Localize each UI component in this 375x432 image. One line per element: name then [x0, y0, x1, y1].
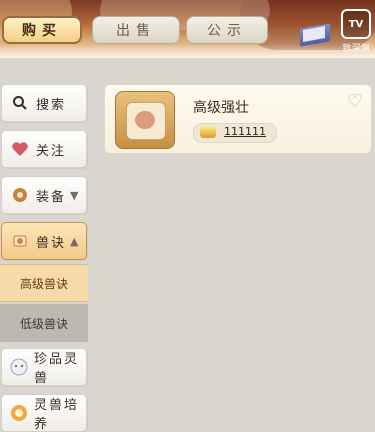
sidebar-item-beast-cultivate[interactable]: 灵兽培养 [1, 394, 87, 432]
sidebar-item-label: 兽诀 [36, 235, 67, 251]
heart-icon [10, 139, 30, 159]
chevron-up-icon: ▲ [70, 234, 79, 248]
main-panel: 高级强壮 111111 ♡ [100, 58, 375, 429]
top-right-text: 致深渊 [342, 44, 370, 54]
top-banner: 购买 出售 公示 TV 致深渊 [0, 0, 375, 58]
sidebar-item-label: 搜索 [36, 97, 67, 113]
sidebar-item-follow[interactable]: 关注 [1, 130, 87, 168]
scroll-icon [10, 231, 30, 251]
price-box: 111111 [193, 123, 277, 143]
subitem-high-level-skill[interactable]: 高级兽诀 [0, 264, 88, 302]
tab-buy[interactable]: 购买 [2, 16, 82, 44]
beast-icon [10, 357, 28, 377]
sidebar-item-label: 灵兽培养 [34, 398, 80, 432]
item-price: 111111 [224, 125, 266, 138]
sidebar-item-label: 关注 [36, 143, 67, 159]
sidebar-item-search[interactable]: 搜索 [1, 84, 87, 122]
banner-fade [0, 44, 375, 58]
sidebar-item-beast-skill[interactable]: 兽诀 ▲ [1, 222, 87, 260]
listing-card[interactable]: 高级强壮 111111 ♡ [104, 84, 372, 154]
book-icon[interactable] [300, 18, 334, 47]
gold-coin-icon [200, 127, 216, 138]
top-right-widget[interactable]: TV 致深渊 [338, 5, 374, 54]
equipment-icon [10, 185, 30, 205]
scroll-icon [126, 102, 166, 140]
tv-icon: TV [341, 9, 371, 39]
sidebar-item-equipment[interactable]: 装备 ▼ [1, 176, 87, 214]
sidebar: 搜索 关注 装备 ▼ 兽诀 ▲ 高级兽诀 低级兽诀 珍品灵兽 灵兽培养 [0, 58, 96, 432]
sidebar-item-label: 装备 [36, 189, 67, 205]
tab-sell[interactable]: 出售 [92, 16, 180, 44]
chevron-down-icon: ▼ [70, 188, 79, 202]
sidebar-item-rare-beast[interactable]: 珍品灵兽 [1, 348, 87, 386]
search-icon [10, 93, 30, 113]
sidebar-item-label: 珍品灵兽 [34, 352, 80, 386]
item-name: 高级强壮 [193, 100, 249, 116]
tab-public[interactable]: 公示 [186, 16, 268, 44]
item-thumbnail [115, 91, 175, 149]
favorite-heart-icon[interactable]: ♡ [347, 91, 363, 112]
subitem-low-level-skill[interactable]: 低级兽诀 [0, 304, 88, 342]
cultivate-icon [10, 403, 28, 423]
